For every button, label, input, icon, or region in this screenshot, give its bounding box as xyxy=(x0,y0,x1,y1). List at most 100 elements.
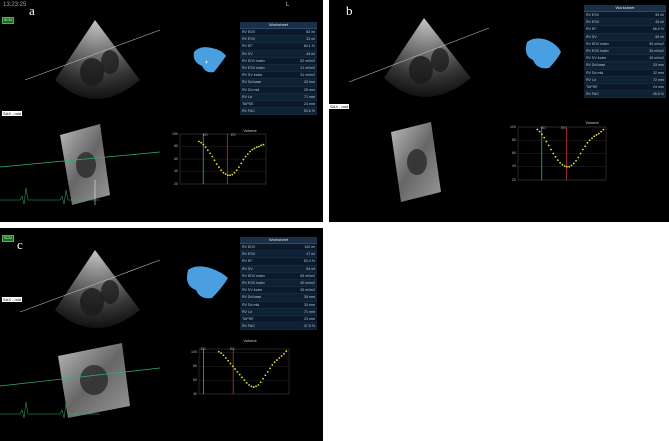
y-tick-label: 20 xyxy=(512,177,516,182)
volume-point xyxy=(581,148,584,151)
volume-point xyxy=(222,354,225,357)
worksheet-row: RV Ld 72 mm xyxy=(584,76,666,84)
volume-point xyxy=(278,357,281,359)
volume-point xyxy=(248,384,250,386)
view-label[interactable]: SAX - mid xyxy=(329,104,350,109)
worksheet-row: RV ESV 95 ml xyxy=(584,12,666,20)
worksheet-row-value: 56.0 % xyxy=(652,27,664,32)
volume-point xyxy=(259,381,262,384)
volume-point xyxy=(262,143,265,146)
volume-chart-a xyxy=(179,133,267,185)
worksheet-row-label: RV EDV xyxy=(242,245,256,249)
y-tick-label: 80 xyxy=(512,137,516,142)
worksheet-row-value: 53.6 % xyxy=(303,109,315,114)
volume-point xyxy=(249,150,251,153)
volume-point xyxy=(229,174,231,177)
worksheet-row-label: RV SV xyxy=(586,34,597,39)
volume-point xyxy=(561,163,564,166)
volume-chart-c xyxy=(198,348,290,395)
volume-point xyxy=(200,141,203,144)
worksheet-row-label: RV EDV index xyxy=(242,273,265,278)
worksheet-row-label: RV Dd base xyxy=(242,295,262,300)
worksheet-row-value: 54 ml xyxy=(306,266,315,271)
volume-point xyxy=(271,364,274,366)
worksheet-row-value: 21 ml/m2 xyxy=(300,65,315,70)
scan-tag[interactable]: SCN xyxy=(2,17,14,24)
worksheet-row-label: RV Ld xyxy=(242,309,252,314)
apical-4-chamber-image xyxy=(384,18,471,97)
volume-point xyxy=(217,350,220,353)
worksheet-row-label: RV SV xyxy=(242,51,253,56)
worksheet-row-value: 60.1 % xyxy=(303,44,315,49)
worksheet-row: RV EF 56.0 % xyxy=(584,26,666,34)
worksheet-row-label: RV FAC xyxy=(242,324,255,329)
volume-point xyxy=(253,147,256,150)
volume-point xyxy=(258,145,260,148)
volume-point xyxy=(541,133,543,136)
panel-letter-c: c xyxy=(17,237,23,252)
worksheet-row-value: 71 mm xyxy=(304,94,315,99)
worksheet-row-label: TAPSE xyxy=(242,101,254,106)
volume-point xyxy=(593,135,596,138)
volume-point xyxy=(572,162,575,165)
volume-point xyxy=(566,165,568,168)
volume-point xyxy=(536,128,539,131)
y-tick-label: 100 xyxy=(510,124,516,129)
volume-point xyxy=(285,350,288,352)
worksheet-row-value: 24 mm xyxy=(653,84,664,89)
worksheet-row-label: RV ESV xyxy=(586,13,600,17)
worksheet-row-value: 55 ml xyxy=(655,34,664,39)
volume-point xyxy=(543,136,546,139)
y-tick-label: 40 xyxy=(174,169,178,173)
worksheet-row-label: RV SV index xyxy=(242,73,263,78)
volume-chart-title: Volume xyxy=(243,128,257,133)
worksheet-row: RV SV index 31 ml/m2 xyxy=(240,72,317,80)
rv-3d-model xyxy=(187,266,228,299)
volume-point xyxy=(226,174,229,177)
worksheet-row-label: RV Dd base xyxy=(242,80,262,85)
volume-point xyxy=(255,146,258,149)
worksheet-title: Worksheet xyxy=(240,22,317,29)
worksheet-b: Worksheet RV ESV 95 ml RV ESV 45 ml RV EF 56.… xyxy=(584,5,666,99)
volume-point xyxy=(218,166,220,169)
volume-point xyxy=(238,166,240,169)
volume-point xyxy=(591,137,593,140)
worksheet-row-label: RV ESV index xyxy=(242,280,265,285)
worksheet-row-value: 23 mm xyxy=(304,316,315,321)
volume-point xyxy=(283,352,285,355)
es-label: ES xyxy=(230,347,235,351)
worksheet-row-value: 39 mm xyxy=(304,295,315,300)
worksheet-row: RV Dd mid 33 mm xyxy=(240,302,317,309)
volume-point xyxy=(198,140,200,143)
volume-point xyxy=(600,130,602,133)
volume-point xyxy=(234,368,236,370)
ed-label: ED xyxy=(201,347,206,351)
worksheet-row-value: 45.5 % xyxy=(652,92,664,97)
volume-point xyxy=(243,379,246,382)
volume-chart-title: Volume xyxy=(243,338,257,343)
volume-point xyxy=(202,143,205,146)
volume-point xyxy=(224,357,227,359)
volume-point xyxy=(236,370,239,373)
volume-point xyxy=(554,155,557,158)
volume-point xyxy=(577,156,580,159)
worksheet-row-value: 52 ml/m2 xyxy=(300,58,315,63)
worksheet-row: RV Dd mid 26 mm xyxy=(240,87,317,94)
view-label[interactable]: SAX - mid xyxy=(2,297,23,302)
worksheet-row: RV Dd base 39 mm xyxy=(240,294,317,302)
worksheet-row-label: RV SV index xyxy=(586,56,607,61)
worksheet-row-label: RV SV index xyxy=(242,288,263,293)
rv-3d-model xyxy=(525,38,561,69)
worksheet-row-value: 82 ml xyxy=(306,30,315,34)
worksheet-row: RV SV 55 ml xyxy=(584,33,666,41)
apical-4-chamber-image xyxy=(55,20,140,99)
y-tick-label: 60 xyxy=(512,151,516,155)
worksheet-row-label: RV EDV xyxy=(242,30,256,34)
y-tick-label: 100 xyxy=(191,349,197,354)
worksheet-row-value: 47.5 % xyxy=(303,324,315,329)
scan-tag[interactable]: SCN xyxy=(2,235,14,242)
worksheet-row-label: RV Dd mid xyxy=(586,70,604,75)
view-label[interactable]: SAX - mid xyxy=(2,111,23,116)
volume-point xyxy=(257,384,260,386)
worksheet-row-value: 45 ml xyxy=(655,20,664,25)
